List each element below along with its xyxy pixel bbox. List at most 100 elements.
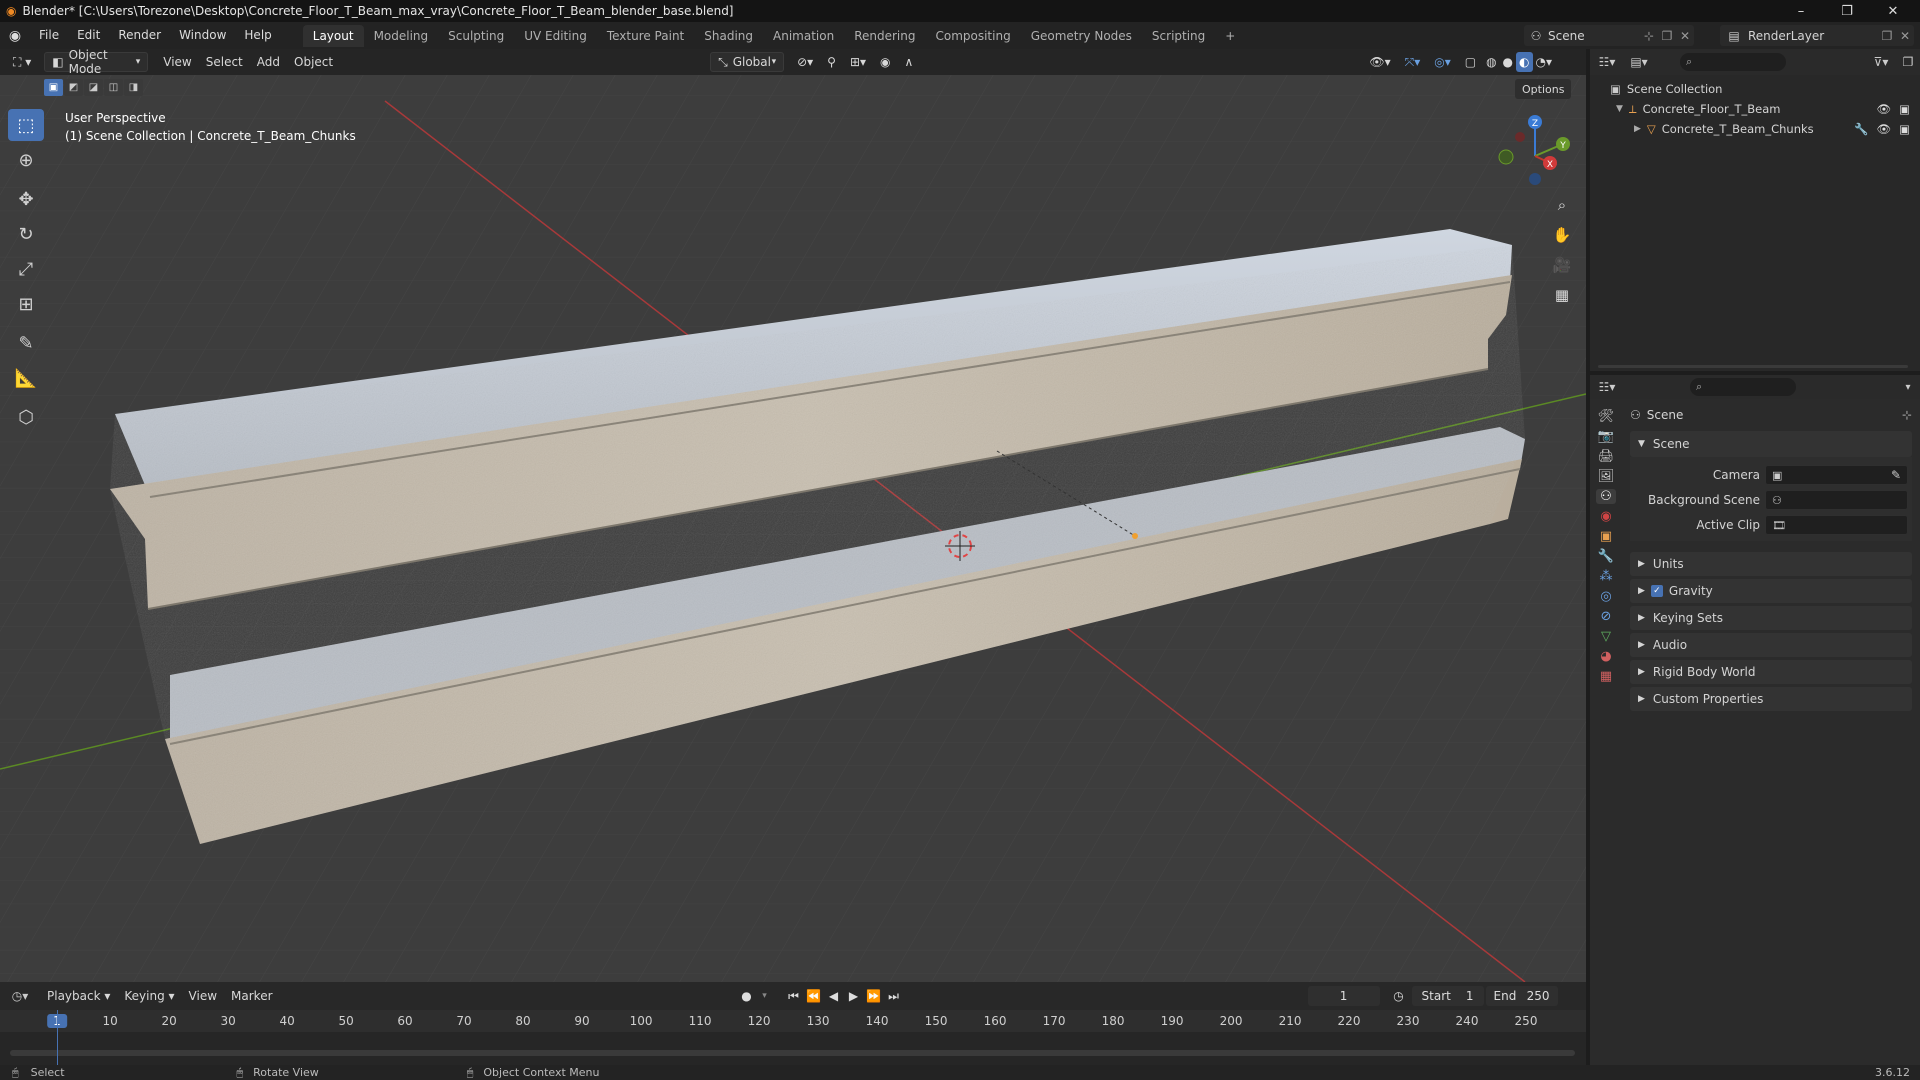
tab-layout[interactable]: Layout xyxy=(302,24,364,47)
cursor-tool-icon[interactable]: ⊕ xyxy=(8,144,44,176)
ortho-grid-icon[interactable]: ▦ xyxy=(1550,284,1574,306)
delete-scene-icon[interactable]: ✕ xyxy=(1676,29,1694,43)
record-options-icon[interactable]: ▾ xyxy=(758,991,772,1001)
panel-units[interactable]: ▶ Units xyxy=(1630,552,1912,576)
end-frame-field[interactable]: End 250 xyxy=(1485,986,1558,1006)
prev-keyframe-icon[interactable]: ⏪ xyxy=(804,989,824,1003)
falloff-icon[interactable]: ∧ xyxy=(898,52,921,72)
object-origin-dot[interactable] xyxy=(1132,533,1138,539)
gizmo-neg-x-icon[interactable] xyxy=(1515,132,1525,142)
delete-layer-icon[interactable]: ✕ xyxy=(1896,29,1914,43)
timeline-menu-playback[interactable]: Playback ▾ xyxy=(40,986,117,1006)
editor-type-button[interactable]: ⛶ ▾ xyxy=(6,52,38,72)
pan-hand-icon[interactable]: ✋ xyxy=(1550,224,1574,246)
pivot-point-icon[interactable]: ⊘▾ xyxy=(790,52,820,72)
select-new-icon[interactable]: ▣ xyxy=(44,79,63,96)
jump-start-icon[interactable]: ⏮ xyxy=(784,989,804,1004)
keyframe-area[interactable] xyxy=(0,1032,1586,1065)
active-clip-field[interactable]: 🎞 xyxy=(1765,515,1908,535)
scale-tool-icon[interactable]: ⤢ xyxy=(8,253,44,285)
outliner-scrollbar[interactable] xyxy=(1598,365,1908,368)
zoom-icon[interactable]: ⌕ xyxy=(1550,194,1574,216)
select-extend-icon[interactable]: ◩ xyxy=(64,79,83,96)
scene-tab-icon[interactable]: ⚇ xyxy=(1596,489,1616,504)
tab-shading[interactable]: Shading xyxy=(694,25,763,47)
properties-search-input[interactable]: ⌕ xyxy=(1690,378,1796,396)
restore-button[interactable]: ❐ xyxy=(1824,0,1870,22)
menu-help[interactable]: Help xyxy=(235,22,280,49)
annotate-tool-icon[interactable]: ✎ xyxy=(8,327,44,359)
scene-selector[interactable]: ⚇ Scene ⊹ ❐ ✕ xyxy=(1524,25,1694,46)
camera-restrict-icon[interactable]: ▣ xyxy=(1899,122,1910,136)
panel-gravity[interactable]: ▶ ✓ Gravity xyxy=(1630,579,1912,603)
tab-scripting[interactable]: Scripting xyxy=(1142,25,1215,47)
particles-tab-icon[interactable]: ⁂ xyxy=(1600,569,1613,584)
chevron-down-icon[interactable]: ▾ xyxy=(1896,382,1920,393)
outliner-row-concrete-t-beam-chunks[interactable]: ▶ ▽ Concrete_T_Beam_Chunks 🔧 👁 ▣ xyxy=(1590,119,1920,139)
add-workspace-button[interactable]: + xyxy=(1215,25,1245,47)
outliner-search-input[interactable]: ⌕ xyxy=(1680,53,1786,71)
tab-geometry-nodes[interactable]: Geometry Nodes xyxy=(1021,25,1142,47)
timeline-editor-icon[interactable]: ◷▾ xyxy=(0,989,40,1003)
record-icon[interactable]: ● xyxy=(736,989,758,1003)
orientation-dropdown[interactable]: ⤡ Global ▾ xyxy=(710,52,785,72)
tab-compositing[interactable]: Compositing xyxy=(925,25,1020,47)
transform-tool-icon[interactable]: ⊞ xyxy=(8,288,44,320)
render-tab-icon[interactable]: 📷 xyxy=(1598,429,1614,444)
panel-custom-properties[interactable]: ▶ Custom Properties xyxy=(1630,687,1912,711)
object-mode-dropdown[interactable]: ◧ Object Mode ▾ xyxy=(44,49,149,76)
eyedropper-icon[interactable]: ✎ xyxy=(1891,468,1901,482)
snap-icon[interactable]: ⚲ xyxy=(820,52,843,72)
solid-shading-icon[interactable]: ● xyxy=(1500,52,1516,72)
play-reverse-icon[interactable]: ◀ xyxy=(824,989,844,1003)
timeline-menu-view[interactable]: View xyxy=(182,986,224,1006)
gravity-checkbox[interactable]: ✓ xyxy=(1650,585,1663,597)
data-tab-icon[interactable]: ▽ xyxy=(1601,629,1611,644)
pin-icon[interactable]: ⊹ xyxy=(1640,29,1658,43)
background-scene-field[interactable]: ⚇ xyxy=(1765,490,1908,510)
overlay-toggle-icon[interactable]: ◎▾ xyxy=(1427,52,1458,72)
play-icon[interactable]: ▶ xyxy=(844,989,864,1003)
menu-file[interactable]: File xyxy=(30,22,68,49)
gizmo-toggle-icon[interactable]: ⤧▾ xyxy=(1398,52,1428,72)
tab-rendering[interactable]: Rendering xyxy=(844,25,925,47)
eye-icon[interactable]: 👁 xyxy=(1877,102,1892,116)
proportional-edit-icon[interactable]: ◉ xyxy=(873,52,897,72)
texture-tab-icon[interactable]: ▦ xyxy=(1600,669,1612,684)
start-frame-field[interactable]: Start 1 xyxy=(1411,986,1484,1006)
outliner-row-scene-collection[interactable]: ▣ Scene Collection xyxy=(1590,79,1920,99)
options-button[interactable]: Options xyxy=(1515,79,1572,99)
render-layer-selector[interactable]: ▤ RenderLayer ❐ ✕ xyxy=(1720,25,1914,46)
camera-field[interactable]: ▣ ✎ xyxy=(1765,465,1908,485)
modifier-tab-icon[interactable]: 🔧 xyxy=(1598,549,1614,564)
new-scene-icon[interactable]: ❐ xyxy=(1658,29,1676,43)
panel-keying-sets[interactable]: ▶ Keying Sets xyxy=(1630,606,1912,630)
snap-target-icon[interactable]: ⊞▾ xyxy=(843,52,873,72)
filter-icon[interactable]: ⊽▾ xyxy=(1866,55,1896,69)
next-keyframe-icon[interactable]: ⏩ xyxy=(864,989,884,1003)
pin-icon[interactable]: ⊹ xyxy=(1902,408,1912,422)
material-tab-icon[interactable]: ◕ xyxy=(1600,649,1611,664)
output-tab-icon[interactable]: 🖨 xyxy=(1598,449,1615,464)
rendered-shading-icon[interactable]: ◔▾ xyxy=(1533,52,1556,72)
current-frame-field[interactable]: 1 xyxy=(1307,986,1380,1006)
gizmo-neg-z-icon[interactable] xyxy=(1529,173,1541,185)
new-collection-icon[interactable]: ❐ xyxy=(1896,55,1920,69)
tab-modeling[interactable]: Modeling xyxy=(364,25,439,47)
blender-menu-icon[interactable]: ◉ xyxy=(0,22,30,49)
rotate-tool-icon[interactable]: ↻ xyxy=(8,218,44,250)
select-intersect-icon[interactable]: ◨ xyxy=(124,79,143,96)
panel-rigid-body-world[interactable]: ▶ Rigid Body World xyxy=(1630,660,1912,684)
select-subtract-icon[interactable]: ◪ xyxy=(84,79,103,96)
menu-window[interactable]: Window xyxy=(170,22,235,49)
select-invert-icon[interactable]: ◫ xyxy=(104,79,123,96)
menu-edit[interactable]: Edit xyxy=(68,22,109,49)
physics-tab-icon[interactable]: ◎ xyxy=(1600,589,1611,604)
gizmo-neg-y-icon[interactable] xyxy=(1498,149,1514,165)
properties-editor-icon[interactable]: ☷▾ xyxy=(1590,380,1624,394)
wireframe-shading-icon[interactable]: ◍ xyxy=(1483,52,1499,72)
display-mode-icon[interactable]: ▤▾ xyxy=(1624,55,1654,69)
panel-audio[interactable]: ▶ Audio xyxy=(1630,633,1912,657)
viewport-menu-view[interactable]: View xyxy=(156,52,198,72)
scene-section-header[interactable]: ▼ Scene xyxy=(1630,431,1912,457)
